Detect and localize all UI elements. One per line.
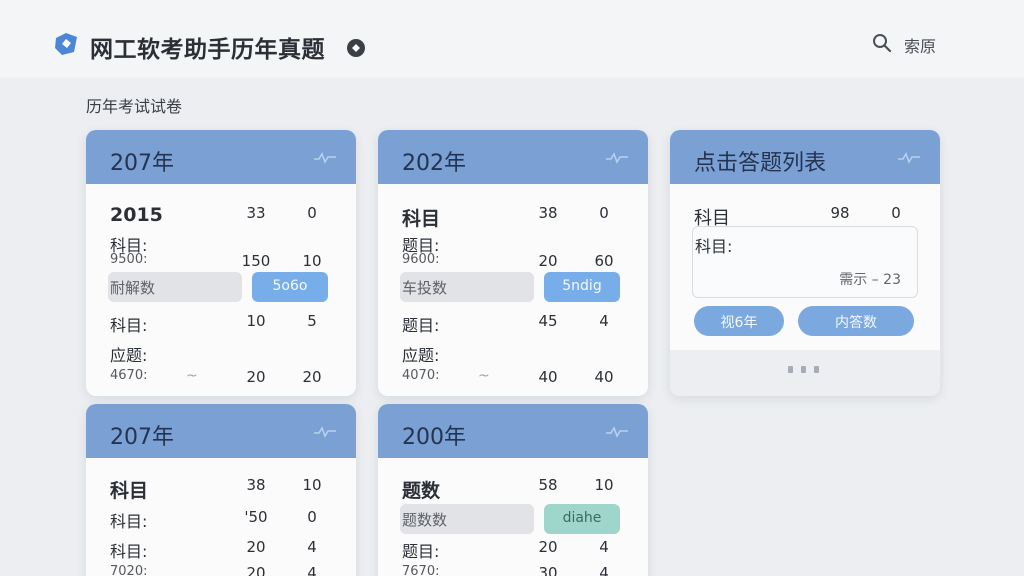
card-header: 200年: [378, 404, 648, 458]
card-row: 7670: 30 4: [402, 564, 609, 576]
box-stat: 需示 – 23: [839, 272, 901, 288]
exam-card-4[interactable]: 200年 题数 58 10 题数数 diahe 题目: 20 4 7670: 30 4: [378, 404, 648, 576]
card-row: 科目 38 10: [110, 476, 322, 502]
view-pill-button[interactable]: diahe: [544, 504, 620, 534]
card-row: 题目: 20 4: [402, 538, 609, 561]
pulse-icon: [314, 426, 336, 438]
pulse-icon: [314, 152, 336, 164]
card-title: 200年: [402, 425, 466, 450]
exam-card-1[interactable]: 207年 2015 33 0 科目: 9500: 150 10 耐解数 5o6o 科目:…: [86, 130, 356, 396]
answer-count-button[interactable]: 内答数: [798, 306, 914, 336]
stat-bar: 车投数: [400, 272, 534, 302]
card-header: 207年: [86, 404, 356, 458]
view-years-button[interactable]: 视6年: [694, 306, 784, 336]
search-button-label[interactable]: 索原: [904, 33, 936, 57]
card-row: 7020: 20 4: [110, 564, 317, 576]
stat-bar: 题数数: [400, 504, 534, 534]
exam-card-2[interactable]: 202年 科目 38 0 题目: 9600: 20 60 车投数 5ndig 题目: 45…: [378, 130, 648, 396]
card-title: 202年: [402, 151, 466, 176]
card-row: 4070: ~40 40: [402, 368, 614, 386]
card-title: 点击答题列表: [694, 151, 827, 176]
exam-card-3[interactable]: 207年 科目 38 10 科目: '50 0 科目: 20 4 7020: 20 4: [86, 404, 356, 576]
card-row: 科目: 10 5: [110, 312, 317, 335]
box-label: 科目:: [695, 237, 733, 256]
app-header: 网工软考助手历年真题 索原: [0, 0, 1024, 78]
pulse-icon: [606, 152, 628, 164]
card-title: 207年: [110, 151, 174, 176]
app-logo-icon: [55, 33, 77, 55]
card-row: 科目 98 0: [694, 204, 901, 229]
pulse-icon: [606, 426, 628, 438]
card-title: 207年: [110, 425, 174, 450]
search-icon[interactable]: [872, 33, 892, 53]
answer-summary-box[interactable]: 科目: 需示 – 23: [692, 226, 918, 298]
card-row: 题数 58 10: [402, 476, 614, 502]
section-title: 历年考试试卷: [86, 97, 183, 116]
card-header: 207年: [86, 130, 356, 184]
stat-bar: 耐解数: [108, 272, 242, 302]
card-row: 2015 33 0: [110, 204, 317, 226]
card-row: 应题:: [402, 346, 440, 365]
answer-list-card[interactable]: 点击答题列表 科目 98 0 科目: 需示 – 23 视6年 内答数: [670, 130, 940, 396]
pagination-dots[interactable]: [788, 366, 819, 373]
card-header: 202年: [378, 130, 648, 184]
card-row: 科目: '50 0: [110, 508, 317, 531]
card-footer: [670, 350, 940, 396]
card-row: 应题:: [110, 346, 148, 365]
pulse-icon: [898, 152, 920, 164]
card-row: 4670: ~20 20: [110, 368, 322, 386]
app-title: 网工软考助手历年真题: [90, 37, 325, 63]
card-header: 点击答题列表: [670, 130, 940, 184]
card-row: 科目 38 0: [402, 204, 609, 230]
card-row: 题目: 45 4: [402, 312, 609, 335]
view-pill-button[interactable]: 5o6o: [252, 272, 328, 302]
badge-icon: [347, 39, 365, 57]
card-row: 科目: 20 4: [110, 538, 317, 561]
view-pill-button[interactable]: 5ndig: [544, 272, 620, 302]
